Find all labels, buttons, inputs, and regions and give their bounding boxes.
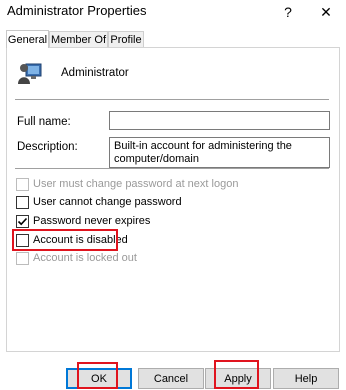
help-icon[interactable]: ? (270, 0, 306, 24)
title-bar: Administrator Properties ? ✕ (0, 0, 346, 24)
user-name: Administrator (61, 67, 129, 79)
separator (15, 99, 329, 100)
description-field[interactable]: Built-in account for administering the c… (109, 137, 330, 168)
cancel-button[interactable]: Cancel (138, 368, 204, 389)
tab-member-of[interactable]: Member Of (49, 31, 108, 48)
help-button[interactable]: Help (273, 368, 339, 389)
ok-button[interactable]: OK (66, 368, 132, 389)
checkbox-label: User must change password at next logon (33, 178, 239, 190)
description-label: Description: (17, 141, 78, 153)
user-monitor-icon (18, 63, 42, 84)
checkbox-label[interactable]: User cannot change password (33, 196, 182, 208)
checkbox-box (16, 177, 29, 191)
checkbox-box[interactable] (16, 195, 29, 209)
checkbox-box[interactable] (16, 233, 29, 247)
close-icon[interactable]: ✕ (308, 0, 344, 24)
separator (15, 168, 329, 169)
cannot-change-password-checkbox[interactable]: User cannot change password (16, 194, 182, 210)
window-title: Administrator Properties (7, 3, 147, 18)
account-locked-out-checkbox: Account is locked out (16, 250, 137, 266)
tab-profile[interactable]: Profile (108, 31, 144, 48)
checkbox-label[interactable]: Account is disabled (33, 234, 128, 246)
checkbox-box[interactable] (16, 214, 29, 228)
checkbox-label[interactable]: Password never expires (33, 215, 150, 227)
checkbox-label: Account is locked out (33, 252, 137, 264)
checkmark-icon (17, 217, 28, 225)
full-name-label: Full name: (17, 116, 71, 128)
must-change-password-checkbox: User must change password at next logon (16, 176, 238, 192)
account-disabled-checkbox[interactable]: Account is disabled (16, 232, 128, 248)
full-name-field[interactable] (109, 111, 330, 130)
checkbox-box (16, 251, 29, 265)
password-never-expires-checkbox[interactable]: Password never expires (16, 213, 150, 229)
apply-button[interactable]: Apply (205, 368, 271, 389)
tab-general[interactable]: General (6, 30, 49, 48)
